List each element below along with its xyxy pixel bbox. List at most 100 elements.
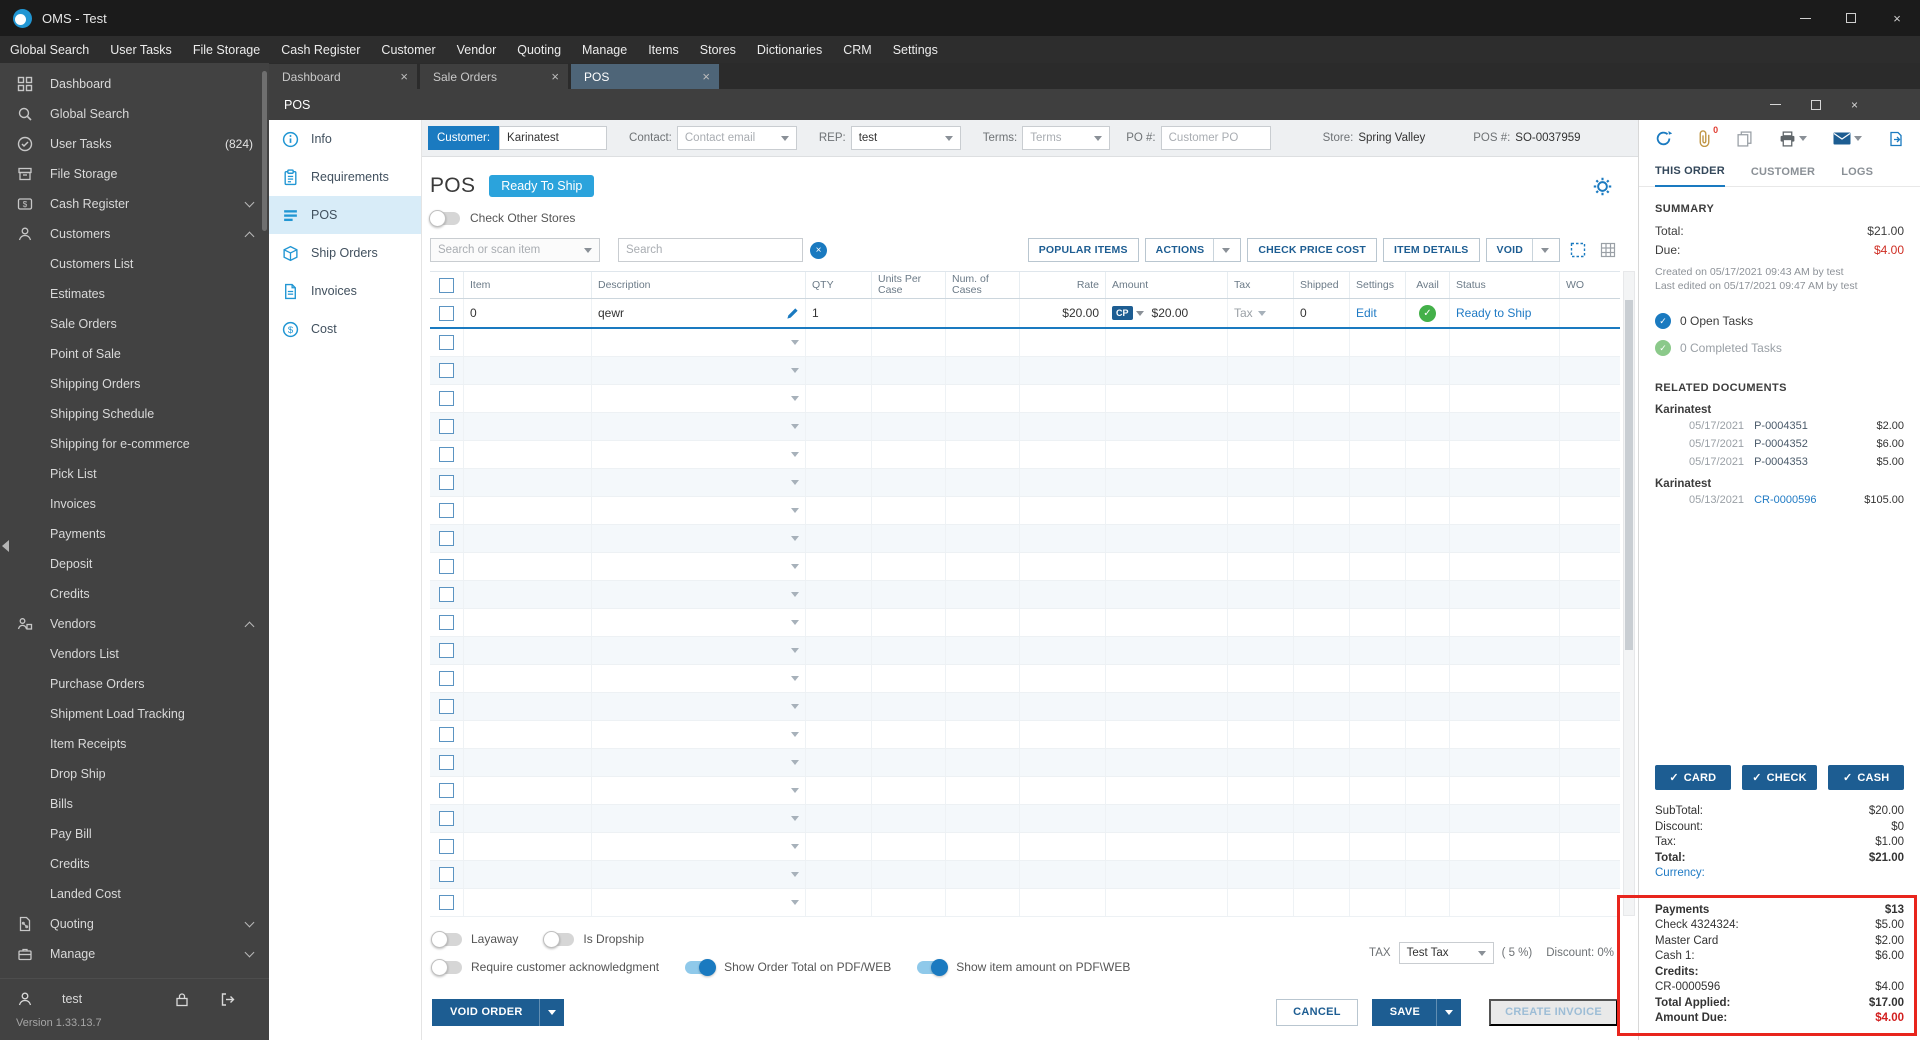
document-number-link[interactable]: CR-0000596 [1754, 494, 1864, 506]
panel-tab-logs[interactable]: LOGS [1841, 166, 1873, 186]
empty-row[interactable] [430, 357, 1620, 385]
row-checkbox[interactable] [439, 643, 454, 658]
price-type-badge[interactable]: CP [1112, 306, 1133, 320]
save-dropdown-icon[interactable] [1436, 998, 1461, 1026]
toggle-switch[interactable] [685, 958, 717, 976]
document-number-link[interactable]: P-0004352 [1754, 438, 1876, 450]
sidebar-item-customers-list[interactable]: Customers List [0, 249, 269, 279]
tax-select[interactable]: Test Tax [1398, 942, 1494, 964]
empty-row[interactable] [430, 721, 1620, 749]
pos-maximize-button[interactable] [1810, 99, 1821, 110]
rep-select[interactable]: test [850, 126, 961, 150]
sidebar-item-credits[interactable]: Credits [0, 579, 269, 609]
sidebar-item-invoices[interactable]: Invoices [0, 489, 269, 519]
scrollbar-thumb[interactable] [1625, 300, 1633, 650]
cell-tax[interactable]: Tax [1228, 299, 1294, 327]
empty-row[interactable] [430, 665, 1620, 693]
create-invoice-button[interactable]: CREATE INVOICE [1489, 998, 1618, 1026]
menu-user-tasks[interactable]: User Tasks [110, 43, 172, 57]
table-grid-icon[interactable] [1596, 238, 1620, 262]
table-scrollbar[interactable] [1623, 271, 1635, 916]
description-dropdown-icon[interactable] [791, 648, 799, 653]
dashed-grid-icon[interactable] [1566, 238, 1590, 262]
sidebar-item-user-tasks[interactable]: User Tasks (824) [0, 129, 269, 159]
completed-tasks-row[interactable]: ✓ 0 Completed Tasks [1655, 340, 1904, 356]
sidebar-item-purchase-orders[interactable]: Purchase Orders [0, 669, 269, 699]
sidebar-item-file-storage[interactable]: File Storage [0, 159, 269, 189]
description-dropdown-icon[interactable] [791, 788, 799, 793]
empty-row[interactable] [430, 497, 1620, 525]
copy-icon[interactable] [1737, 130, 1752, 147]
tab-close-icon[interactable]: × [400, 69, 408, 84]
panel-tab-customer[interactable]: CUSTOMER [1751, 166, 1815, 186]
row-edit-link[interactable]: Edit [1356, 306, 1377, 320]
pos-nav-cost[interactable]: $ Cost [269, 310, 421, 348]
sidebar-item-landed-cost[interactable]: Landed Cost [0, 879, 269, 909]
toggle-switch[interactable] [431, 930, 462, 948]
menu-crm[interactable]: CRM [843, 43, 871, 57]
toggle-layaway[interactable]: Layaway [431, 930, 518, 948]
row-checkbox[interactable] [439, 811, 454, 826]
sidebar-item-shipping-for-e-commerce[interactable]: Shipping for e-commerce [0, 429, 269, 459]
save-button[interactable]: SAVE [1371, 998, 1462, 1026]
tab-close-icon[interactable]: × [702, 69, 710, 84]
empty-row[interactable] [430, 525, 1620, 553]
sidebar-item-payments[interactable]: Payments [0, 519, 269, 549]
sidebar-item-cash-register[interactable]: $ Cash Register [0, 189, 269, 219]
item-search-input[interactable] [618, 238, 803, 262]
row-checkbox[interactable] [439, 895, 454, 910]
sidebar-item-bills[interactable]: Bills [0, 789, 269, 819]
sidebar-item-item-receipts[interactable]: Item Receipts [0, 729, 269, 759]
empty-row[interactable] [430, 637, 1620, 665]
row-checkbox[interactable] [439, 447, 454, 462]
row-checkbox[interactable] [439, 671, 454, 686]
cancel-button[interactable]: CANCEL [1276, 998, 1358, 1026]
empty-row[interactable] [430, 385, 1620, 413]
description-dropdown-icon[interactable] [791, 620, 799, 625]
discount-value[interactable]: 0% [1597, 947, 1614, 959]
pos-minimize-button[interactable] [1769, 104, 1781, 105]
row-checkbox[interactable] [439, 419, 454, 434]
sidebar-item-shipping-schedule[interactable]: Shipping Schedule [0, 399, 269, 429]
sidebar-item-vendors-list[interactable]: Vendors List [0, 639, 269, 669]
sidebar-item-quoting[interactable]: Quoting [0, 909, 269, 939]
row-checkbox[interactable] [439, 391, 454, 406]
row-checkbox[interactable] [439, 503, 454, 518]
menu-global-search[interactable]: Global Search [10, 43, 89, 57]
check-price-cost-button[interactable]: CHECK PRICE COST [1247, 238, 1377, 262]
description-dropdown-icon[interactable] [791, 480, 799, 485]
po-input[interactable] [1160, 126, 1271, 150]
description-dropdown-icon[interactable] [791, 844, 799, 849]
empty-row[interactable] [430, 833, 1620, 861]
row-checkbox[interactable] [439, 839, 454, 854]
document-number-link[interactable]: P-0004351 [1754, 420, 1876, 432]
menu-quoting[interactable]: Quoting [517, 43, 561, 57]
empty-row[interactable] [430, 441, 1620, 469]
row-checkbox[interactable] [439, 615, 454, 630]
toggle-is-dropship[interactable]: Is Dropship [543, 930, 644, 948]
row-checkbox[interactable] [439, 363, 454, 378]
row-checkbox[interactable] [439, 335, 454, 350]
toggle-show-item-amount-on-pdf-web[interactable]: Show item amount on PDF\WEB [917, 958, 1130, 976]
row-checkbox[interactable] [439, 531, 454, 546]
item-details-button[interactable]: ITEM DETAILS [1382, 238, 1480, 262]
select-all-checkbox[interactable] [439, 277, 454, 293]
description-dropdown-icon[interactable] [791, 340, 799, 345]
row-checkbox[interactable] [439, 867, 454, 882]
sidebar-item-pick-list[interactable]: Pick List [0, 459, 269, 489]
menu-file-storage[interactable]: File Storage [193, 43, 260, 57]
menu-dictionaries[interactable]: Dictionaries [757, 43, 822, 57]
row-checkbox[interactable] [439, 755, 454, 770]
pos-nav-requirements[interactable]: Requirements [269, 158, 421, 196]
attachment-icon[interactable]: 0 [1698, 125, 1718, 147]
sidebar-scrollbar[interactable] [262, 71, 267, 231]
pos-nav-pos[interactable]: POS [269, 196, 421, 234]
cell-qty[interactable]: 1 [806, 299, 872, 327]
check-other-stores-toggle[interactable] [429, 209, 460, 227]
empty-row[interactable] [430, 553, 1620, 581]
sidebar-item-customers[interactable]: Customers [0, 219, 269, 249]
toggle-switch[interactable] [917, 958, 949, 976]
description-dropdown-icon[interactable] [791, 900, 799, 905]
pos-close-button[interactable]: × [1851, 98, 1858, 112]
description-dropdown-icon[interactable] [791, 676, 799, 681]
